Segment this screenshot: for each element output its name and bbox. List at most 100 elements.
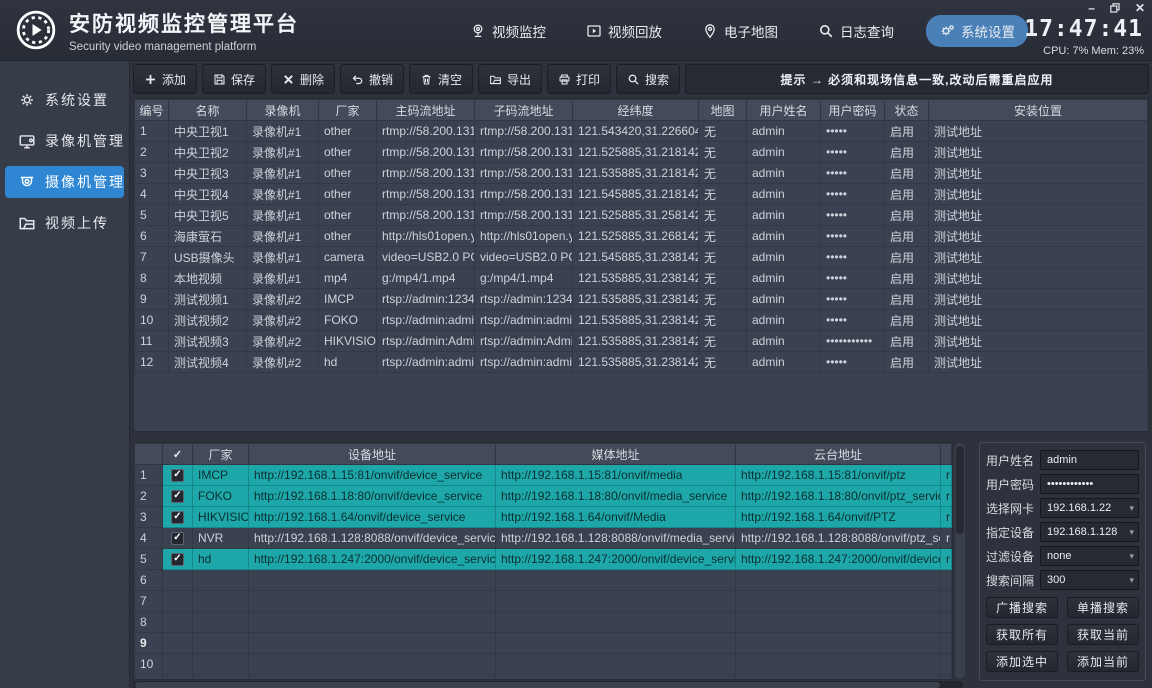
table-cell[interactable]: 3 bbox=[135, 163, 169, 184]
table-cell[interactable]: 测试地址 bbox=[929, 268, 1148, 289]
table-cell[interactable]: admin bbox=[747, 289, 821, 310]
nav-item-video-playback[interactable]: 视频回放 bbox=[578, 15, 670, 47]
empty-cell[interactable] bbox=[496, 570, 736, 591]
table-cell[interactable]: 测试视频1 bbox=[169, 289, 247, 310]
table-cell[interactable]: 中央卫视4 bbox=[169, 184, 247, 205]
table-cell[interactable]: 121.525885,31.218142 bbox=[573, 142, 699, 163]
overflow-cell[interactable]: r bbox=[941, 507, 952, 528]
table-cell[interactable]: admin bbox=[747, 205, 821, 226]
table-cell[interactable]: http://192.168.1.18:80/onvif/media_servi… bbox=[496, 486, 736, 507]
table-cell[interactable]: 启用 bbox=[885, 142, 929, 163]
table-row[interactable]: 7USB摄像头录像机#1cameravideo=USB2.0 PC ...vid… bbox=[135, 247, 1148, 268]
empty-cell[interactable] bbox=[249, 591, 496, 612]
table-cell[interactable]: admin bbox=[747, 163, 821, 184]
device-table-empty-row[interactable]: 11 bbox=[135, 675, 952, 681]
empty-cell[interactable] bbox=[193, 654, 249, 675]
row-number-cell[interactable]: 3 bbox=[135, 507, 163, 528]
empty-cell[interactable] bbox=[496, 591, 736, 612]
table-cell[interactable]: 测试地址 bbox=[929, 247, 1148, 268]
empty-cell[interactable] bbox=[941, 633, 952, 654]
vertical-scrollbar[interactable] bbox=[955, 443, 965, 679]
clear-button[interactable]: 清空 bbox=[409, 64, 473, 94]
column-header[interactable]: 子码流地址 bbox=[475, 100, 573, 121]
table-cell[interactable]: rtmp://58.200.131.... bbox=[475, 121, 573, 142]
row-number-cell[interactable]: 8 bbox=[135, 612, 163, 633]
table-cell[interactable]: http://192.168.1.15:81/onvif/media bbox=[496, 465, 736, 486]
table-cell[interactable]: mp4 bbox=[319, 268, 377, 289]
table-cell[interactable]: rtmp://58.200.131.... bbox=[377, 184, 475, 205]
table-cell[interactable]: other bbox=[319, 121, 377, 142]
table-cell[interactable]: ••••••••••• bbox=[821, 331, 885, 352]
table-cell[interactable]: 启用 bbox=[885, 247, 929, 268]
nav-item-e-map[interactable]: 电子地图 bbox=[694, 15, 786, 47]
overflow-cell[interactable]: r bbox=[941, 549, 952, 570]
restore-button[interactable] bbox=[1110, 3, 1120, 13]
table-cell[interactable]: rtsp://admin:admin... bbox=[475, 310, 573, 331]
table-cell[interactable]: 启用 bbox=[885, 205, 929, 226]
table-cell[interactable]: 测试地址 bbox=[929, 331, 1148, 352]
table-cell[interactable]: http://192.168.1.247:2000/onvif/device_s… bbox=[249, 549, 496, 570]
table-cell[interactable]: 无 bbox=[699, 184, 747, 205]
device-table-row[interactable]: 3✓HIKVISIONhttp://192.168.1.64/onvif/dev… bbox=[135, 507, 952, 528]
column-header[interactable]: 云台地址 bbox=[736, 444, 941, 465]
column-header[interactable]: 编号 bbox=[135, 100, 169, 121]
row-number-cell[interactable]: 1 bbox=[135, 465, 163, 486]
table-cell[interactable]: video=USB2.0 PC ... bbox=[475, 247, 573, 268]
overflow-cell[interactable]: r bbox=[941, 528, 952, 549]
table-cell[interactable]: HIKVISION bbox=[193, 507, 249, 528]
table-cell[interactable]: ••••• bbox=[821, 163, 885, 184]
table-cell[interactable]: 测试地址 bbox=[929, 226, 1148, 247]
empty-cell[interactable] bbox=[941, 591, 952, 612]
table-cell[interactable]: admin bbox=[747, 247, 821, 268]
device-table-empty-row[interactable]: 6 bbox=[135, 570, 952, 591]
column-header[interactable]: 名称 bbox=[169, 100, 247, 121]
table-cell[interactable]: rtmp://58.200.131.... bbox=[475, 184, 573, 205]
table-row[interactable]: 8本地视频录像机#1mp4g:/mp4/1.mp4g:/mp4/1.mp4121… bbox=[135, 268, 1148, 289]
horizontal-scrollbar[interactable] bbox=[133, 681, 963, 688]
table-cell[interactable]: 录像机#2 bbox=[247, 310, 319, 331]
table-cell[interactable]: USB摄像头 bbox=[169, 247, 247, 268]
table-cell[interactable]: 启用 bbox=[885, 226, 929, 247]
empty-cell[interactable] bbox=[249, 633, 496, 654]
table-cell[interactable]: admin bbox=[747, 268, 821, 289]
table-cell[interactable]: 启用 bbox=[885, 310, 929, 331]
table-row[interactable]: 9测试视频1录像机#2IMCPrtsp://admin:12345...rtsp… bbox=[135, 289, 1148, 310]
table-cell[interactable]: 121.535885,31.238142 bbox=[573, 331, 699, 352]
table-cell[interactable]: 11 bbox=[135, 331, 169, 352]
row-checkbox[interactable]: ✓ bbox=[171, 511, 184, 524]
table-cell[interactable]: 中央卫视5 bbox=[169, 205, 247, 226]
empty-cell[interactable] bbox=[193, 612, 249, 633]
device-table-empty-row[interactable]: 9 bbox=[135, 633, 952, 654]
table-cell[interactable]: http://192.168.1.64/onvif/Media bbox=[496, 507, 736, 528]
table-cell[interactable]: FOKO bbox=[319, 310, 377, 331]
table-cell[interactable]: 启用 bbox=[885, 352, 929, 373]
table-cell[interactable]: rtsp://admin:12345... bbox=[475, 289, 573, 310]
table-row[interactable]: 12测试视频4录像机#2hdrtsp://admin:admin...rtsp:… bbox=[135, 352, 1148, 373]
row-number-cell[interactable]: 6 bbox=[135, 570, 163, 591]
table-cell[interactable]: IMCP bbox=[193, 465, 249, 486]
empty-cell[interactable] bbox=[249, 570, 496, 591]
search-interval-select[interactable]: 300▾ bbox=[1040, 570, 1139, 590]
table-cell[interactable]: 测试视频2 bbox=[169, 310, 247, 331]
empty-cell[interactable] bbox=[163, 633, 193, 654]
table-cell[interactable]: rtmp://58.200.131.... bbox=[475, 142, 573, 163]
nav-item-log-query[interactable]: 日志查询 bbox=[810, 15, 902, 47]
table-cell[interactable]: 测试视频3 bbox=[169, 331, 247, 352]
search-button[interactable]: 搜索 bbox=[616, 64, 680, 94]
table-cell[interactable]: 121.535885,31.238142 bbox=[573, 352, 699, 373]
table-cell[interactable]: 5 bbox=[135, 205, 169, 226]
empty-cell[interactable] bbox=[163, 675, 193, 681]
table-cell[interactable]: 测试地址 bbox=[929, 163, 1148, 184]
nav-item-system-settings[interactable]: 系统设置 bbox=[926, 15, 1028, 47]
table-cell[interactable]: ••••• bbox=[821, 310, 885, 331]
get-all-button[interactable]: 获取所有 bbox=[986, 624, 1058, 645]
table-cell[interactable]: http://192.168.1.18:80/onvif/device_serv… bbox=[249, 486, 496, 507]
sidebar-item-video-upload[interactable]: 视频上传 bbox=[5, 207, 124, 239]
table-cell[interactable]: ••••• bbox=[821, 247, 885, 268]
table-cell[interactable]: http://192.168.1.128:8088/onvif/media_se… bbox=[496, 528, 736, 549]
table-cell[interactable]: 录像机#2 bbox=[247, 331, 319, 352]
filter-device-select[interactable]: none▾ bbox=[1040, 546, 1139, 566]
row-number-cell[interactable]: 9 bbox=[135, 633, 163, 654]
select-all-checkbox[interactable]: ✓ bbox=[163, 444, 193, 465]
table-cell[interactable]: 录像机#1 bbox=[247, 205, 319, 226]
